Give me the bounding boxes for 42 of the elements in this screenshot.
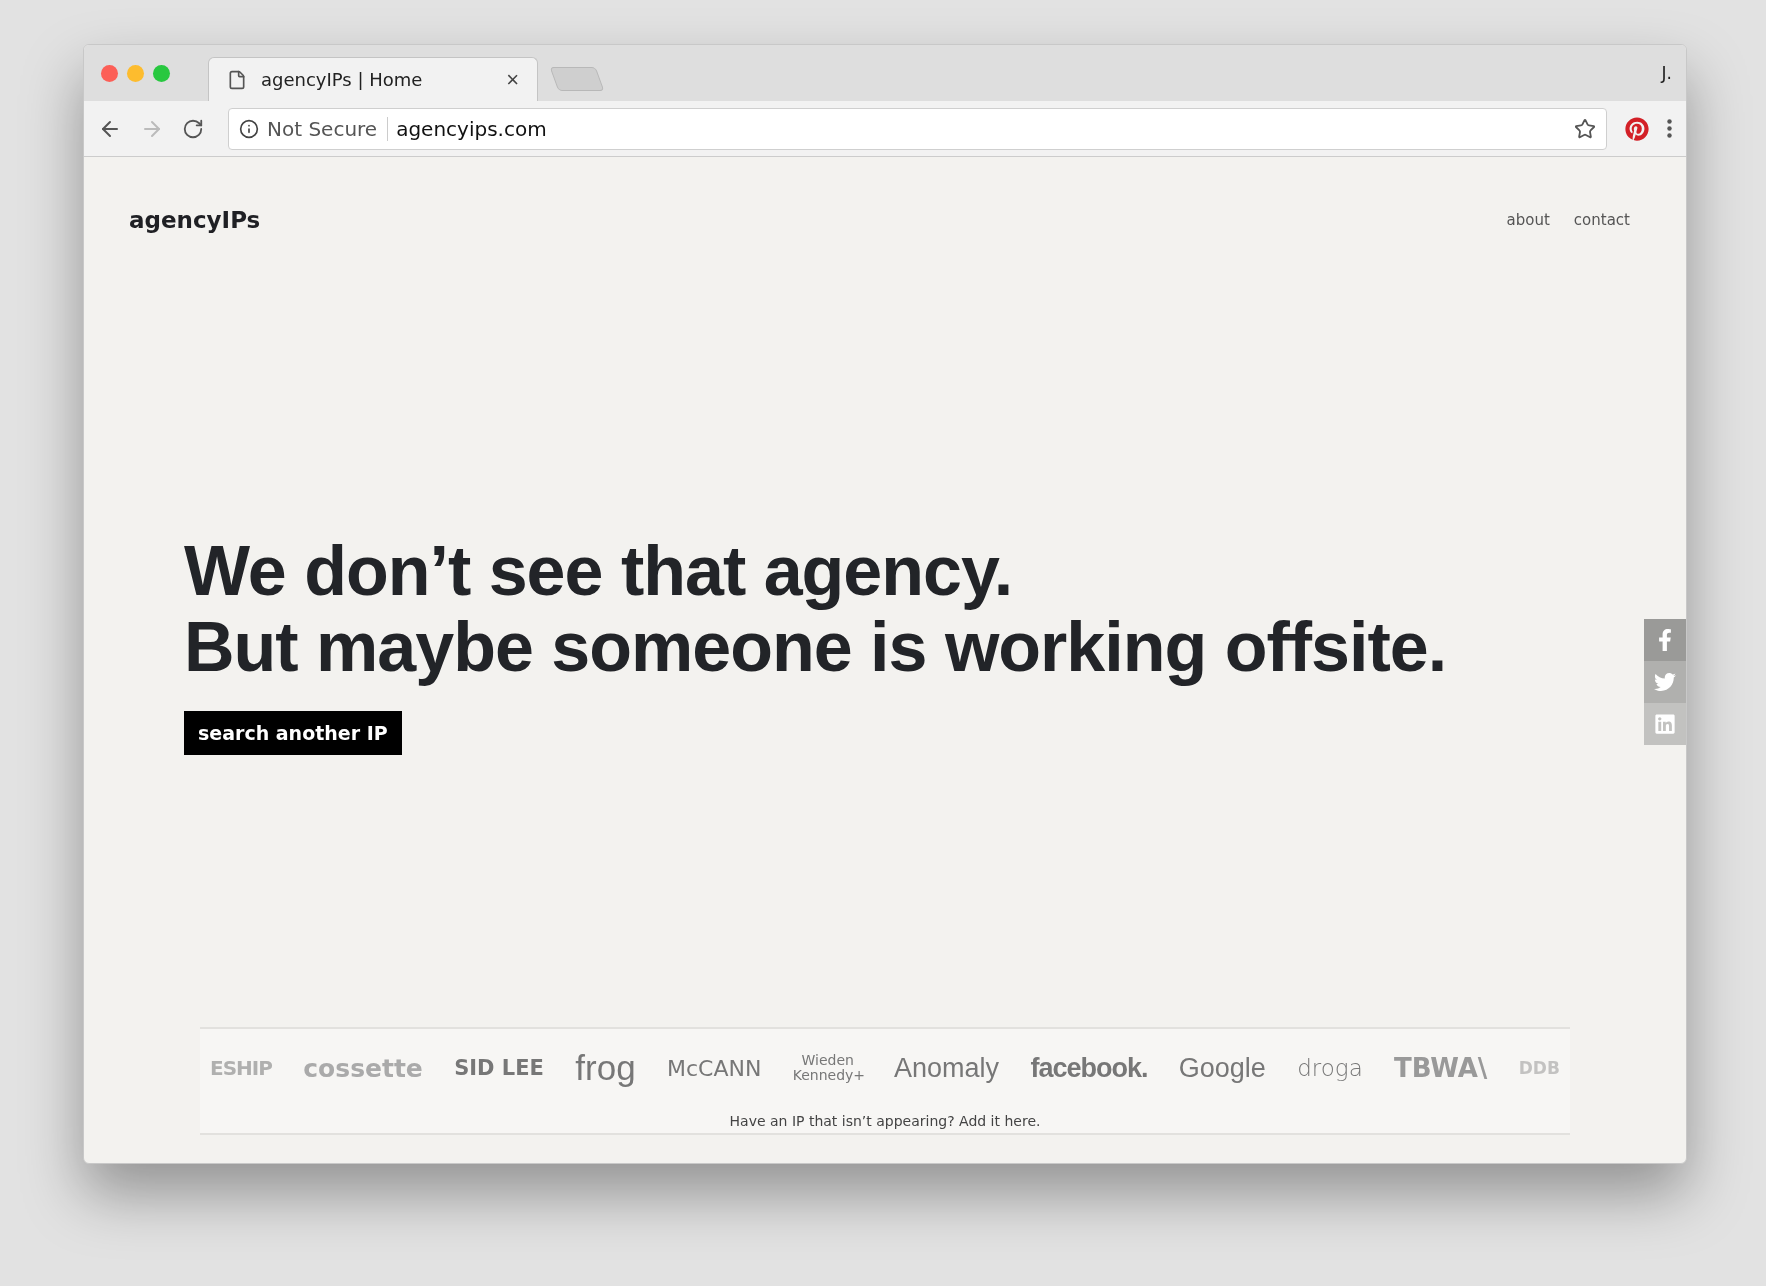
search-another-button[interactable]: search another IP bbox=[184, 711, 402, 755]
close-light[interactable] bbox=[101, 65, 118, 82]
tab-title: agencyIPs | Home bbox=[261, 69, 424, 90]
linkedin-icon bbox=[1654, 713, 1676, 735]
url-text: agencyips.com bbox=[396, 116, 548, 141]
site-logo[interactable]: agencyIPs bbox=[129, 207, 261, 233]
headline: We don’t see that agency. bbox=[184, 533, 1013, 609]
linkedin-button[interactable] bbox=[1644, 703, 1686, 745]
page-icon bbox=[227, 69, 247, 90]
agency-logo: frog bbox=[575, 1048, 636, 1088]
info-icon bbox=[239, 118, 259, 139]
agency-logo: SID LEE bbox=[454, 1056, 544, 1080]
browser-tab[interactable]: agencyIPs | Home × bbox=[208, 57, 538, 101]
agency-logo: Anomaly bbox=[894, 1052, 1000, 1084]
bookmark-star-icon[interactable] bbox=[1574, 117, 1596, 140]
reload-icon bbox=[182, 117, 204, 140]
menu-button[interactable] bbox=[1667, 119, 1672, 138]
profile-name[interactable]: J. bbox=[1661, 63, 1672, 83]
tab-close-button[interactable]: × bbox=[506, 66, 519, 93]
address-bar[interactable]: Not Secure agencyips.com bbox=[228, 107, 1607, 150]
agency-logo: cossette bbox=[303, 1053, 423, 1083]
menu-icon bbox=[1667, 119, 1672, 138]
nav-link[interactable]: about bbox=[1506, 211, 1550, 229]
agency-logo: Wieden Kennedy+ bbox=[792, 1053, 863, 1083]
reload-button[interactable] bbox=[182, 117, 204, 140]
pinterest-icon bbox=[1625, 116, 1649, 141]
nav-link[interactable]: contact bbox=[1573, 211, 1630, 229]
agency-logo: facebook. bbox=[1030, 1052, 1148, 1084]
headline: But maybe someone is working offsite. bbox=[184, 609, 1447, 685]
agency-logo: Google bbox=[1178, 1052, 1266, 1084]
add-ip-link[interactable]: Have an IP that isn’t appearing? Add it here. bbox=[729, 1107, 1041, 1133]
security-label: Not Secure bbox=[267, 116, 389, 141]
twitter-button[interactable] bbox=[1644, 661, 1686, 703]
minimize-light[interactable] bbox=[127, 65, 144, 82]
facebook-button[interactable] bbox=[1644, 619, 1686, 661]
agency-logo: TBWA\ bbox=[1394, 1053, 1488, 1083]
pinterest-button[interactable] bbox=[1625, 116, 1649, 141]
agency-logo: McCANN bbox=[666, 1055, 762, 1081]
zoom-light[interactable] bbox=[153, 65, 170, 82]
agency-logo: ESHIP bbox=[210, 1056, 272, 1080]
agency-logo: droga bbox=[1297, 1055, 1363, 1081]
twitter-icon bbox=[1654, 671, 1676, 693]
